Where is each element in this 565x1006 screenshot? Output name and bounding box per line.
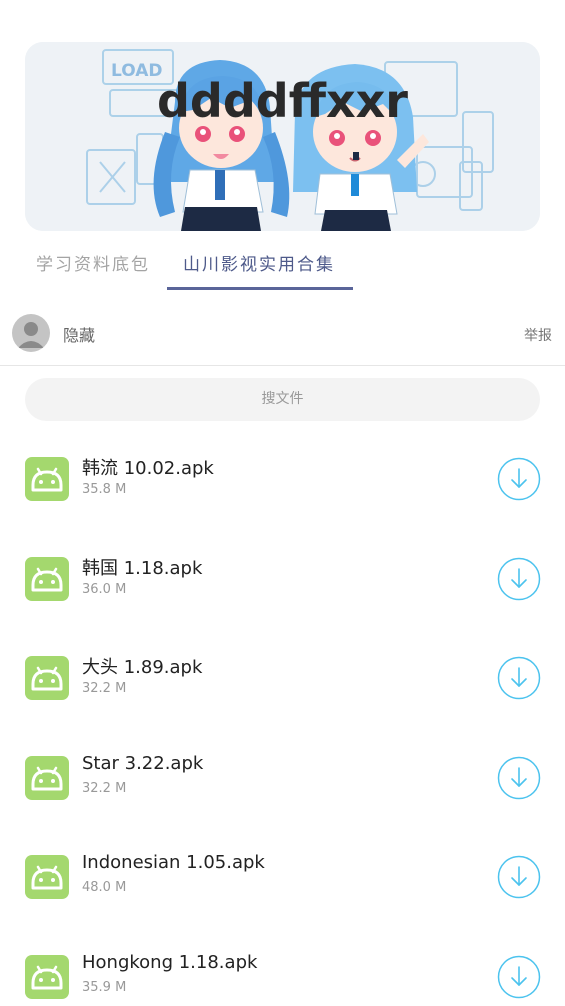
file-item[interactable]: Star 3.22.apk 32.2 M	[0, 743, 565, 833]
file-item[interactable]: Indonesian 1.05.apk 48.0 M	[0, 842, 565, 932]
android-icon	[25, 457, 69, 501]
download-icon[interactable]	[497, 457, 541, 501]
file-item[interactable]: Hongkong 1.18.apk 35.9 M	[0, 942, 565, 1006]
banner-illustration: LOAD	[25, 42, 540, 231]
tab-bar: 学习资料底包 山川影视实用合集	[0, 240, 565, 294]
android-icon	[25, 855, 69, 899]
banner-image: LOAD ddddffxxr	[25, 42, 540, 231]
user-avatar-icon[interactable]	[12, 314, 50, 352]
file-name: Star 3.22.apk	[82, 752, 204, 774]
owner-name: 隐藏	[63, 326, 96, 345]
file-item[interactable]: 大头 1.89.apk 32.2 M	[0, 643, 565, 733]
download-icon[interactable]	[497, 855, 541, 899]
tab-study-materials[interactable]: 学习资料底包	[36, 250, 150, 275]
file-item[interactable]: 韩流 10.02.apk 35.8 M	[0, 444, 565, 534]
search-files-input[interactable]: 搜文件	[25, 378, 540, 421]
file-size: 32.2 M	[82, 681, 127, 696]
android-icon	[25, 556, 69, 601]
download-icon[interactable]	[497, 955, 541, 999]
file-name: 韩国 1.18.apk	[82, 557, 203, 579]
file-size: 36.0 M	[82, 581, 127, 597]
android-icon	[25, 755, 69, 800]
download-icon[interactable]	[497, 557, 541, 601]
file-name: 大头 1.89.apk	[82, 657, 203, 678]
active-tab-indicator	[167, 287, 353, 290]
file-name: Indonesian 1.05.apk	[82, 852, 265, 873]
file-size: 35.8 M	[82, 482, 127, 497]
android-icon	[25, 954, 69, 999]
file-name: Hongkong 1.18.apk	[82, 951, 258, 973]
report-button[interactable]: 举报	[524, 325, 552, 345]
owner-row: 隐藏 举报	[0, 300, 565, 366]
download-icon[interactable]	[497, 656, 541, 700]
file-item[interactable]: 韩国 1.18.apk 36.0 M	[0, 544, 565, 634]
tab-shanchuan-collection[interactable]: 山川影视实用合集	[183, 250, 335, 275]
file-size: 32.2 M	[82, 780, 127, 796]
file-name: 韩流 10.02.apk	[82, 458, 214, 479]
banner-title: ddddffxxr	[156, 74, 408, 128]
file-size: 35.9 M	[82, 979, 127, 995]
file-size: 48.0 M	[82, 880, 127, 895]
android-icon	[25, 656, 69, 700]
download-icon[interactable]	[497, 756, 541, 800]
